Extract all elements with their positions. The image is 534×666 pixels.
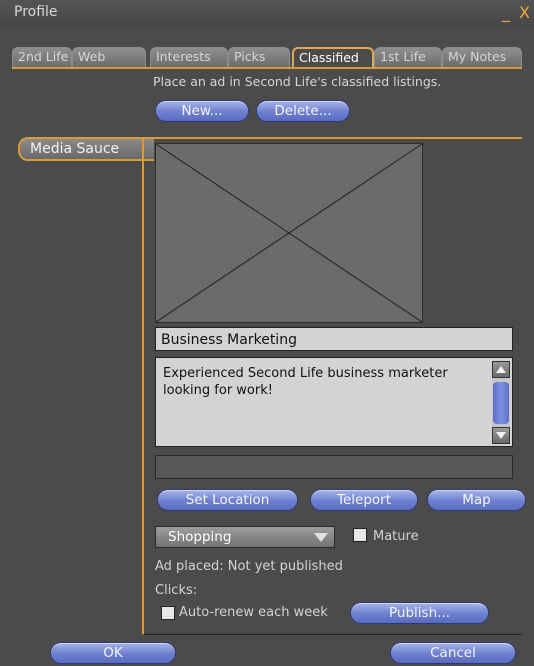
mature-checkbox[interactable] bbox=[353, 528, 367, 542]
tab-picks[interactable]: Picks bbox=[228, 47, 290, 67]
teleport-button[interactable]: Teleport bbox=[310, 489, 418, 511]
window-title: Profile bbox=[14, 4, 58, 20]
window-controls[interactable]: _ X bbox=[502, 3, 532, 22]
classified-name-field[interactable]: Business Marketing bbox=[155, 327, 513, 351]
classified-image[interactable] bbox=[155, 143, 423, 323]
auto-renew-checkbox[interactable] bbox=[161, 606, 175, 620]
delete-button[interactable]: Delete... bbox=[256, 100, 350, 122]
tab-web[interactable]: Web bbox=[72, 47, 146, 67]
ad-status-text: Ad placed: Not yet published bbox=[155, 559, 343, 574]
scroll-up-icon bbox=[496, 366, 506, 373]
category-dropdown[interactable]: Shopping bbox=[155, 526, 335, 548]
clicks-label: Clicks: bbox=[155, 583, 198, 598]
mature-label: Mature bbox=[373, 529, 419, 544]
map-button[interactable]: Map bbox=[427, 489, 526, 511]
classified-list-item[interactable]: Media Sauce bbox=[18, 137, 154, 161]
cancel-button[interactable]: Cancel bbox=[390, 642, 516, 664]
scroll-up-button[interactable] bbox=[492, 361, 510, 378]
tab-interests[interactable]: Interests bbox=[150, 47, 228, 67]
scroll-down-button[interactable] bbox=[492, 427, 510, 444]
scroll-down-icon bbox=[496, 432, 506, 439]
description-line-2: looking for work! bbox=[163, 383, 273, 398]
classified-description-field[interactable]: Experienced Second Life business markete… bbox=[155, 357, 513, 447]
set-location-button[interactable]: Set Location bbox=[157, 489, 298, 511]
chevron-down-icon bbox=[314, 533, 328, 542]
location-field bbox=[155, 455, 513, 479]
tab-2nd-life[interactable]: 2nd Life bbox=[12, 47, 72, 67]
profile-tabs: 2nd Life Web Interests Picks Classified … bbox=[12, 47, 522, 69]
tab-my-notes[interactable]: My Notes bbox=[442, 47, 522, 67]
new-button[interactable]: New... bbox=[155, 100, 249, 122]
description-line-1: Experienced Second Life business markete… bbox=[163, 366, 448, 381]
title-bar[interactable]: Profile _ X bbox=[0, 0, 534, 26]
category-value: Shopping bbox=[168, 529, 232, 545]
scroll-thumb[interactable] bbox=[493, 382, 509, 424]
tab-classified[interactable]: Classified bbox=[292, 47, 374, 67]
profile-window: Profile _ X 2nd Life Web Interests Picks… bbox=[0, 0, 534, 666]
tab-1st-life[interactable]: 1st Life bbox=[374, 47, 442, 67]
tab-underline bbox=[12, 67, 522, 69]
description-scrollbar[interactable] bbox=[492, 361, 510, 444]
auto-renew-label: Auto-renew each week bbox=[179, 605, 328, 620]
ok-button[interactable]: OK bbox=[50, 642, 176, 664]
image-placeholder-icon bbox=[155, 143, 423, 323]
publish-button[interactable]: Publish... bbox=[350, 602, 489, 624]
classified-intro-text: Place an ad in Second Life's classified … bbox=[153, 74, 442, 89]
